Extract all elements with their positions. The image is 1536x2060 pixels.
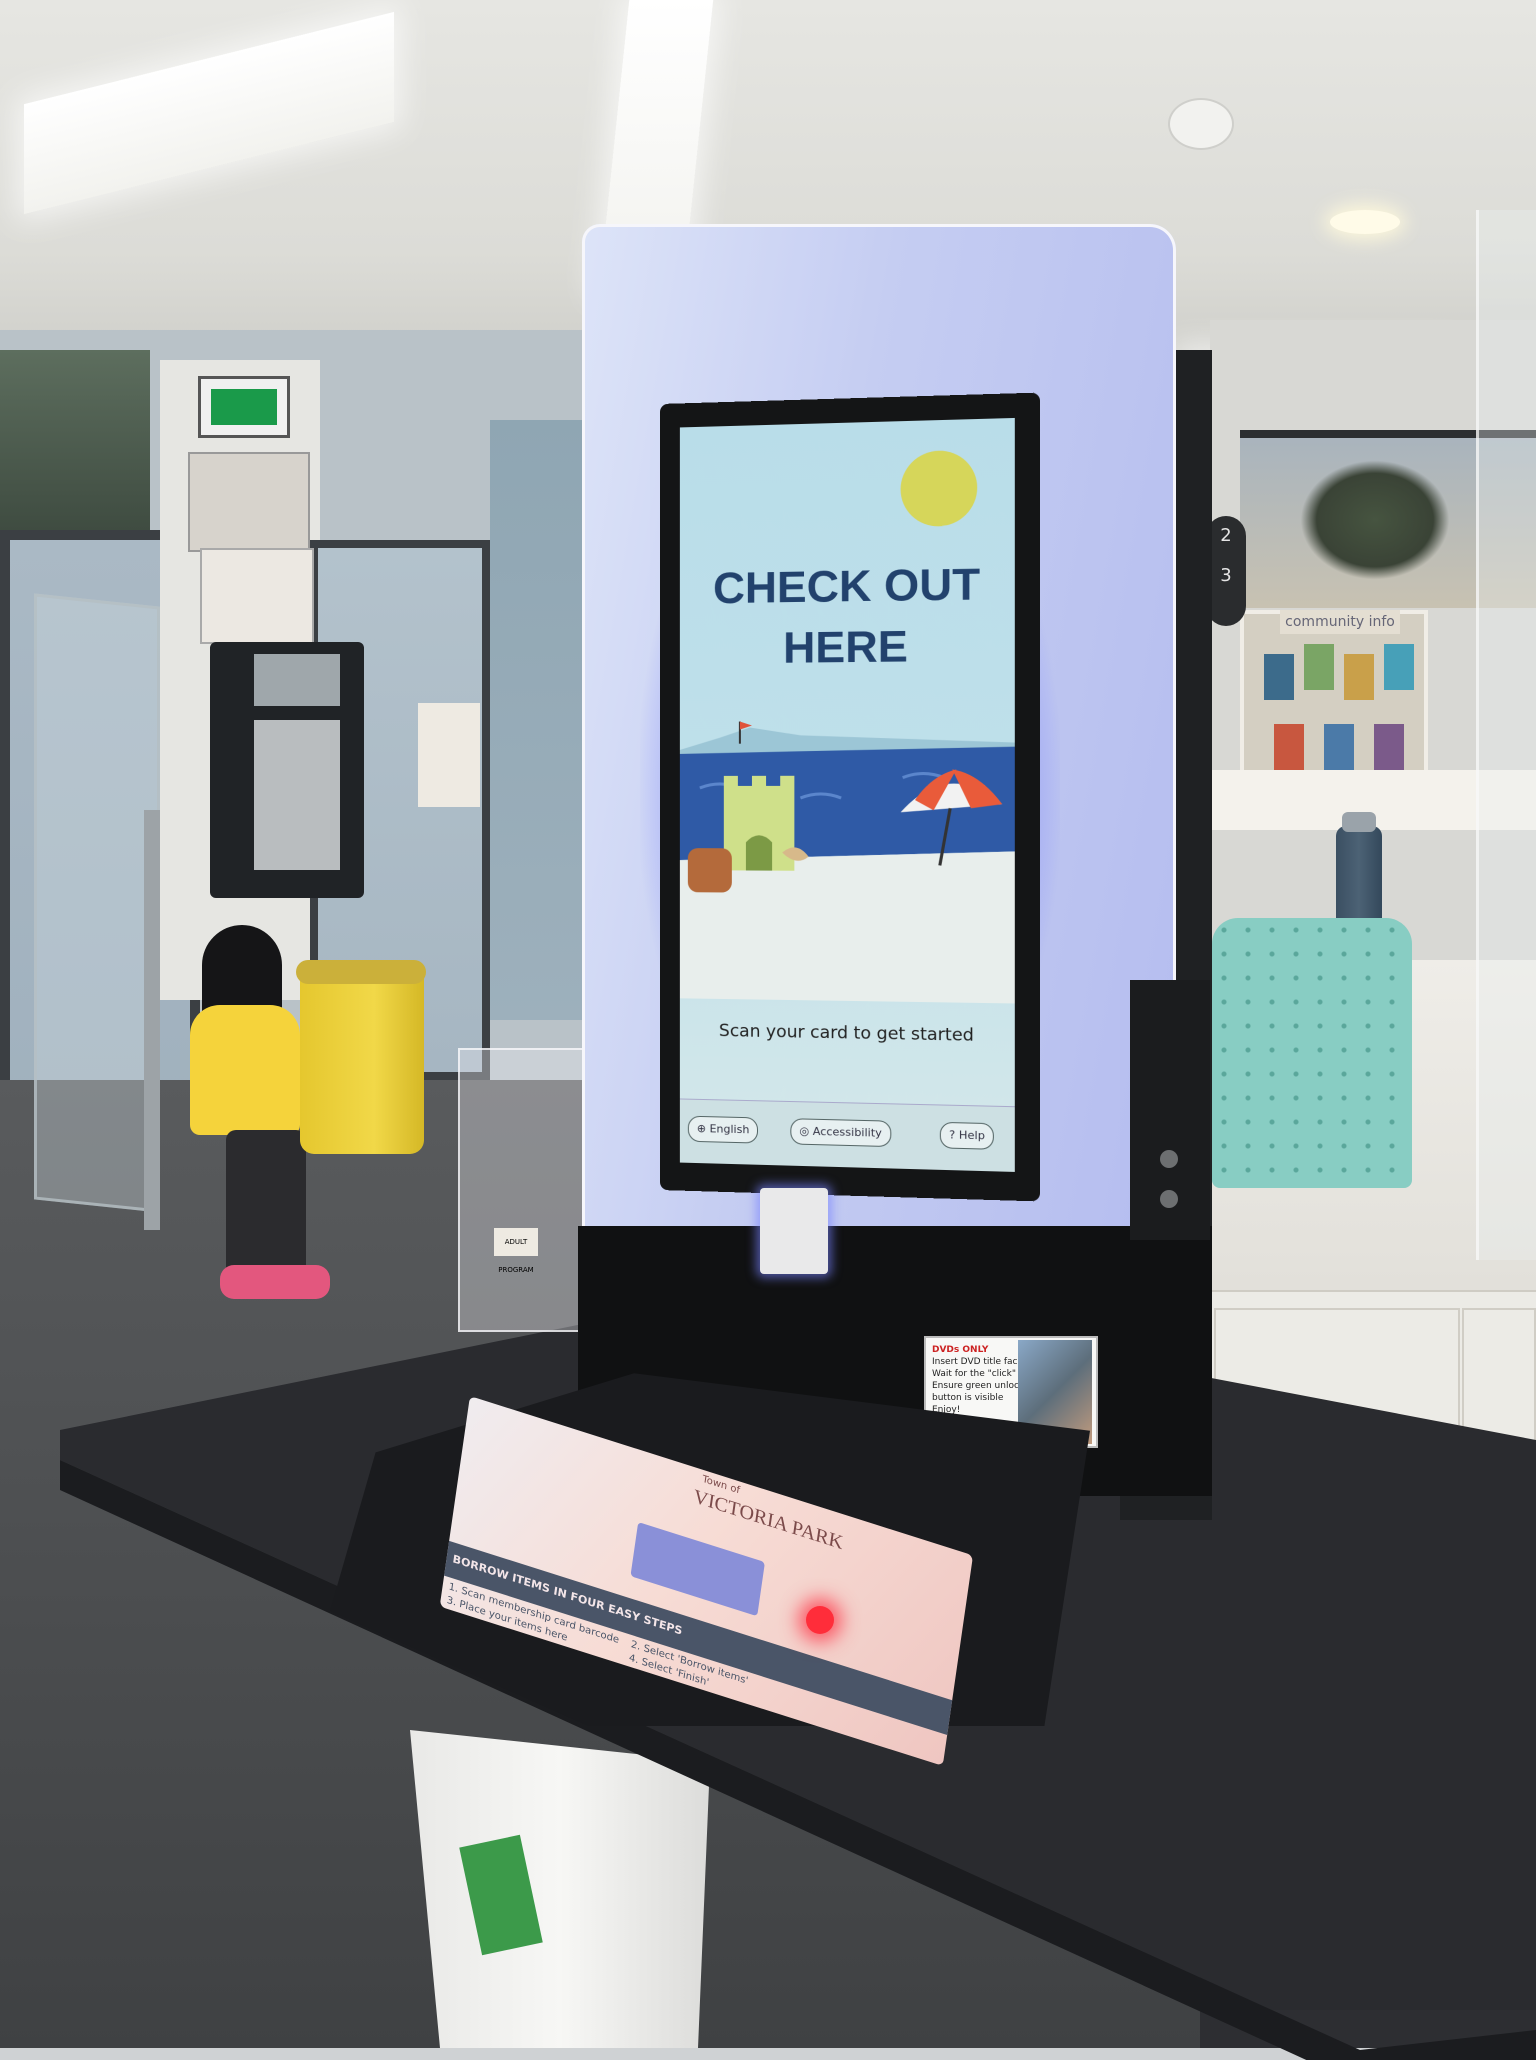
teal-storage-box — [1212, 918, 1412, 1188]
wall-clock: 2 3 — [1206, 516, 1246, 626]
kiosk-side-controls — [1130, 980, 1210, 1240]
clock-digits: 2 3 — [1220, 525, 1231, 586]
accessibility-button-label: Accessibility — [813, 1125, 882, 1140]
community-info-label: community info — [1280, 610, 1400, 634]
checkout-title-line1: CHECK OUT — [680, 554, 1015, 620]
notice-board — [200, 548, 314, 644]
brochure-tag: ADULT PROGRAM — [494, 1228, 538, 1256]
kiosk-screen-bezel: CHECK OUT HERE Scan your card to get sta… — [660, 393, 1040, 1202]
wall-paper-sheet — [418, 703, 480, 807]
language-button-label: English — [710, 1122, 750, 1136]
scan-card-prompt: Scan your card to get started — [680, 1020, 1015, 1046]
ceiling-downlight — [1330, 210, 1400, 234]
window — [0, 350, 150, 530]
yellow-bin — [300, 968, 424, 1154]
accessibility-icon: ◎ — [799, 1124, 812, 1137]
security-gate — [24, 600, 194, 1240]
payment-machine-screen — [254, 654, 340, 706]
language-button[interactable]: ⊕ English — [688, 1116, 759, 1144]
kiosk-button[interactable] — [1160, 1150, 1178, 1168]
card-slot[interactable] — [760, 1188, 828, 1274]
kiosk-button[interactable] — [1160, 1190, 1178, 1208]
checkout-title: CHECK OUT HERE — [680, 554, 1015, 680]
smoke-detector — [1168, 98, 1234, 150]
exit-sign-icon — [198, 376, 290, 438]
screen-footer: ⊕ English ◎ Accessibility ? Help — [680, 1098, 1015, 1171]
notice-board — [188, 452, 310, 552]
sun-icon — [901, 450, 978, 527]
acrylic-sneeze-guard — [1476, 210, 1536, 1260]
beach-illustration — [680, 716, 1015, 1004]
payment-machine-panel — [254, 720, 340, 870]
item-placement-area[interactable] — [630, 1522, 765, 1616]
accessibility-button[interactable]: ◎ Accessibility — [790, 1118, 891, 1147]
palm-tree — [1300, 460, 1450, 580]
globe-icon: ⊕ — [697, 1122, 710, 1135]
help-button[interactable]: ? Help — [940, 1122, 995, 1150]
acrylic-brochure-holder: ADULT PROGRAM — [458, 1048, 588, 1332]
checkout-title-line2: HERE — [680, 615, 1015, 680]
help-icon: ? — [949, 1128, 959, 1142]
bucket-icon — [688, 848, 732, 892]
payment-machine — [210, 642, 364, 898]
help-button-label: Help — [959, 1128, 985, 1142]
castle-door — [746, 835, 772, 870]
scanner-laser-light — [806, 1606, 834, 1634]
kiosk-screen[interactable]: CHECK OUT HERE Scan your card to get sta… — [680, 418, 1015, 1172]
white-rubbish-bin — [410, 1730, 710, 2048]
